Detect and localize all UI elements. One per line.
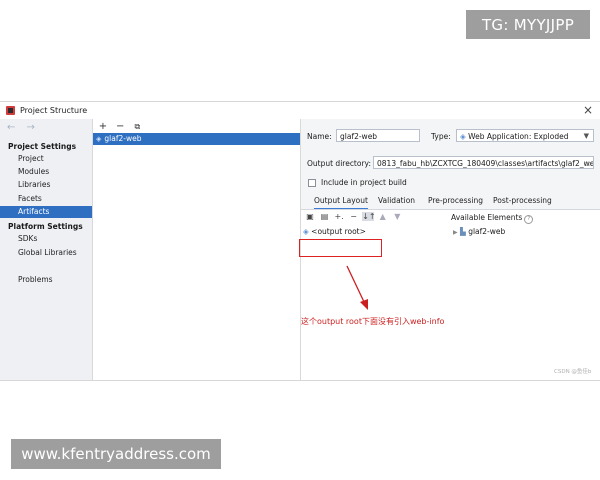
annotation-text: 这个output root下面没有引入web-info xyxy=(301,317,445,326)
sidebar-item-label: Modules xyxy=(18,167,50,176)
name-field[interactable]: glaf2-web xyxy=(336,129,420,142)
sidebar-item-label: Libraries xyxy=(18,180,51,189)
sidebar-item-libraries[interactable]: Libraries xyxy=(0,179,92,191)
annotation-highlight-box xyxy=(299,239,382,257)
type-label: Type: xyxy=(431,132,451,141)
sidebar-item-facets[interactable]: Facets xyxy=(0,193,92,205)
new-directory-icon[interactable]: ▣ xyxy=(304,212,316,221)
sort-icon[interactable]: ↓↑ xyxy=(362,212,376,221)
output-layout-toolbar: ▣ ▤ +. − ↓↑ ▲ ▼ xyxy=(304,212,403,221)
title-bar: Project Structure × xyxy=(0,102,600,119)
artifact-list-item[interactable]: ◈ glaf2-web xyxy=(93,133,300,145)
back-forward-arrows-icon[interactable]: ← → xyxy=(7,122,39,133)
chevron-down-icon: ▼ xyxy=(583,132,589,140)
sidebar-item-label: Facets xyxy=(18,194,42,203)
artifact-name: glaf2-web xyxy=(104,134,142,143)
project-settings-header: Project Settings xyxy=(8,142,77,151)
web-app-icon: ◈ xyxy=(460,132,466,141)
web-artifact-icon: ◈ xyxy=(96,135,102,143)
type-select-value: Web Application: Exploded xyxy=(468,132,569,141)
available-element-label: glaf2-web xyxy=(468,227,506,236)
sidebar-item-label: Project xyxy=(18,154,44,163)
output-root-icon: ◈ xyxy=(303,227,309,236)
sidebar-item-label: Problems xyxy=(18,275,53,284)
tab-validation[interactable]: Validation xyxy=(378,196,415,205)
add-artifact-button[interactable]: + xyxy=(96,121,110,132)
sidebar-item-label: Artifacts xyxy=(18,207,50,216)
watermark-badge-bottom: www.kfentryaddress.com xyxy=(11,439,221,469)
artifact-details-panel: Name: glaf2-web Type: ◈ Web Application:… xyxy=(299,119,600,380)
tab-pre-processing[interactable]: Pre-processing xyxy=(428,196,483,205)
sidebar-item-artifacts[interactable]: Artifacts xyxy=(0,206,92,218)
sidebar-item-project[interactable]: Project xyxy=(0,153,92,165)
move-up-icon[interactable]: ▲ xyxy=(377,212,389,221)
include-in-build-checkbox[interactable] xyxy=(308,179,316,187)
window-title: Project Structure xyxy=(20,106,88,115)
close-icon[interactable]: × xyxy=(583,103,593,117)
type-select[interactable]: ◈ Web Application: Exploded ▼ xyxy=(456,129,594,142)
intellij-app-icon xyxy=(6,106,15,115)
output-directory-label: Output directory: xyxy=(307,159,371,168)
help-icon[interactable]: ? xyxy=(524,215,534,224)
remove-artifact-button[interactable]: − xyxy=(113,121,127,132)
folder-browse-icon[interactable]: ▭ xyxy=(583,157,591,168)
include-in-build-label: Include in project build xyxy=(321,178,407,187)
sidebar-item-label: Global Libraries xyxy=(18,248,77,257)
move-down-icon[interactable]: ▼ xyxy=(391,212,403,221)
sidebar-item-label: SDKs xyxy=(18,234,38,243)
platform-settings-header: Platform Settings xyxy=(8,222,83,231)
expand-arrow-icon: ▶ xyxy=(453,229,458,236)
available-element-item[interactable]: ▶ ▙ glaf2-web xyxy=(453,227,505,236)
project-structure-dialog: Project Structure × ← → Project Settings… xyxy=(0,101,600,381)
csdn-credit: CSDN @鱼佳b xyxy=(554,369,592,375)
tab-post-processing[interactable]: Post-processing xyxy=(493,196,552,205)
module-folder-icon: ▙ xyxy=(460,227,466,236)
sidebar-item-problems[interactable]: Problems xyxy=(0,274,92,286)
output-layout-content: ▣ ▤ +. − ↓↑ ▲ ▼ Available Elements? ◈ <o… xyxy=(299,210,600,380)
copy-artifact-button[interactable]: ⧉ xyxy=(130,122,144,132)
tab-output-layout[interactable]: Output Layout xyxy=(314,196,368,210)
output-directory-value: 0813_fabu_hb\ZCXTCG_180409\classes\artif… xyxy=(377,159,594,168)
artifact-toolbar: + − ⧉ xyxy=(96,121,144,132)
settings-sidebar: ← → Project Settings Project Modules Lib… xyxy=(0,119,93,380)
name-label: Name: xyxy=(307,132,332,141)
annotation-arrow xyxy=(346,265,368,310)
sidebar-item-global-libraries[interactable]: Global Libraries xyxy=(0,247,92,259)
archive-icon[interactable]: ▤ xyxy=(319,212,331,221)
output-directory-field[interactable]: 0813_fabu_hb\ZCXTCG_180409\classes\artif… xyxy=(373,156,594,169)
output-root-item[interactable]: ◈ <output root> xyxy=(303,227,366,236)
watermark-badge-top: TG: MYYJJPP xyxy=(466,10,590,39)
sidebar-item-modules[interactable]: Modules xyxy=(0,166,92,178)
remove-icon[interactable]: − xyxy=(348,212,360,221)
output-root-label: <output root> xyxy=(311,227,366,236)
artifact-list-panel: + − ⧉ ◈ glaf2-web xyxy=(93,119,301,380)
available-elements-header: Available Elements? xyxy=(451,213,534,224)
sidebar-item-sdks[interactable]: SDKs xyxy=(0,233,92,245)
add-copy-icon[interactable]: +. xyxy=(333,212,345,221)
